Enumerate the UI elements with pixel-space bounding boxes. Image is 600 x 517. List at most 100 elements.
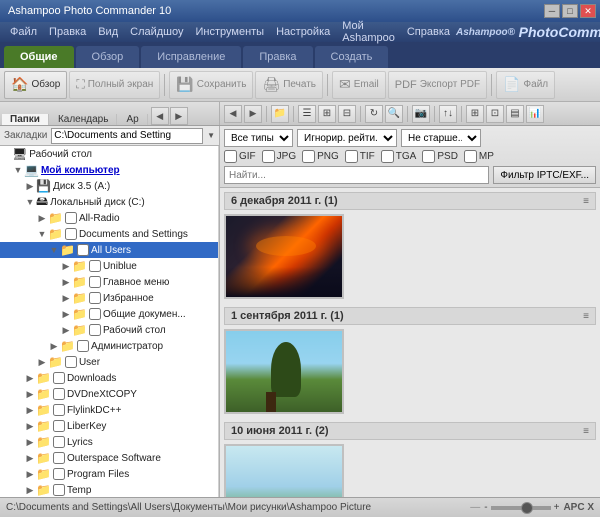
view-folder-icon[interactable]: 📁 — [271, 105, 289, 123]
tab-general[interactable]: Общие — [4, 46, 74, 68]
cb-png-input[interactable] — [302, 150, 315, 163]
view-strip-button[interactable]: ▤ — [506, 105, 524, 123]
view-details-button[interactable]: ⊞ — [466, 105, 484, 123]
panel-nav-next[interactable]: ▶ — [170, 107, 188, 125]
tree-checkbox[interactable] — [89, 292, 101, 304]
menu-help[interactable]: Справка — [401, 22, 456, 42]
tree-item[interactable]: ▼ 💻 Мой компьютер — [0, 162, 218, 178]
photo-thumbnail[interactable] — [224, 329, 344, 414]
cb-tif-input[interactable] — [345, 150, 358, 163]
menu-slideshow[interactable]: Слайдшоу — [124, 22, 189, 42]
tree-item[interactable]: ▶ 📁 Общие докумен... — [0, 306, 218, 322]
view-list-button[interactable]: ☰ — [298, 105, 316, 123]
minimize-button[interactable]: ─ — [544, 4, 560, 18]
tree-item[interactable]: ▶ 📁 LiberKey — [0, 418, 218, 434]
menu-tools[interactable]: Инструменты — [190, 22, 271, 42]
cb-psd-input[interactable] — [422, 150, 435, 163]
refresh-button[interactable]: ↻ — [365, 105, 383, 123]
view-thumbs-button[interactable]: ⊡ — [486, 105, 504, 123]
nav-forward[interactable]: ▶ — [244, 105, 262, 123]
tree-item[interactable]: ▶ 📁 Администратор — [0, 338, 218, 354]
collapse-icon[interactable]: ≡ — [583, 311, 589, 322]
tree-checkbox[interactable] — [89, 324, 101, 336]
tree-item[interactable]: ▶ 📁 All-Radio — [0, 210, 218, 226]
tree-item[interactable]: ▶ 📁 User — [0, 354, 218, 370]
menu-settings[interactable]: Настройка — [270, 22, 336, 42]
tree-checkbox[interactable] — [53, 372, 65, 384]
tree-item[interactable]: ▶ 📁 Uniblue — [0, 258, 218, 274]
cb-mp-input[interactable] — [464, 150, 477, 163]
tree-item[interactable]: ▶ 📁 Outerspace Software — [0, 450, 218, 466]
photo-thumbnail[interactable] — [224, 444, 344, 497]
tree-item[interactable]: ▶ 📁 FlylinkDC++ — [0, 402, 218, 418]
address-input[interactable] — [51, 128, 203, 144]
tree-checkbox[interactable] — [89, 276, 101, 288]
tree-item[interactable]: ▶ 💾 Диск 3.5 (A:) — [0, 178, 218, 194]
magnify-button[interactable]: 🔍 — [385, 105, 403, 123]
panel-tab-folders[interactable]: Папки — [2, 114, 49, 125]
date-filter-select[interactable]: Не старше... — [401, 129, 481, 147]
tree-checkbox[interactable] — [53, 436, 65, 448]
view-map-button[interactable]: 📊 — [526, 105, 544, 123]
tree-item[interactable]: ▶ 📁 Избранное — [0, 290, 218, 306]
collapse-icon[interactable]: ≡ — [583, 426, 589, 437]
zoom-slider[interactable] — [491, 506, 551, 510]
collapse-icon[interactable]: ≡ — [583, 196, 589, 207]
zoom-plus-icon[interactable]: + — [554, 502, 560, 513]
close-button[interactable]: ✕ — [580, 4, 596, 18]
menu-file[interactable]: Файл — [4, 22, 43, 42]
view-large-button[interactable]: ⊟ — [338, 105, 356, 123]
iptc-filter-button[interactable]: Фильтр IPTC/EXF... — [493, 166, 596, 184]
tree-checkbox[interactable] — [53, 452, 65, 464]
tree-checkbox[interactable] — [77, 244, 89, 256]
cb-jpg-input[interactable] — [262, 150, 275, 163]
tree-checkbox[interactable] — [53, 420, 65, 432]
tab-overview[interactable]: Обзор — [76, 46, 140, 68]
photo-thumbnail[interactable] — [224, 214, 344, 299]
email-button[interactable]: ✉ Email — [332, 71, 386, 99]
camera-button[interactable]: 📷 — [412, 105, 430, 123]
tree-item[interactable]: ▶ 📁 Program Files — [0, 466, 218, 482]
export-pdf-button[interactable]: PDF Экспорт PDF — [388, 71, 487, 99]
tree-item[interactable]: ▶ 📁 DVDneXtCOPY — [0, 386, 218, 402]
tree-checkbox[interactable] — [53, 404, 65, 416]
view-grid-button[interactable]: ⊞ — [318, 105, 336, 123]
tree-item[interactable]: ▼ 🖴 Локальный диск (C:) — [0, 194, 218, 210]
panel-nav-prev[interactable]: ◀ — [151, 107, 169, 125]
menu-edit[interactable]: Правка — [43, 22, 92, 42]
tab-create[interactable]: Создать — [315, 46, 389, 68]
tree-checkbox[interactable] — [77, 340, 89, 352]
tree-item[interactable]: 🖥 Рабочий стол — [0, 146, 218, 162]
save-button[interactable]: 💾 Сохранить — [169, 71, 253, 99]
tree-checkbox[interactable] — [89, 308, 101, 320]
tree-checkbox[interactable] — [65, 212, 77, 224]
tree-item[interactable]: ▶ 📁 Temp — [0, 482, 218, 497]
tree-item[interactable]: ▶ 📁 Рабочий стол — [0, 322, 218, 338]
nav-back[interactable]: ◀ — [224, 105, 242, 123]
menu-view[interactable]: Вид — [92, 22, 124, 42]
tree-item[interactable]: ▶ 📁 Главное меню — [0, 274, 218, 290]
menu-myashampoo[interactable]: Мой Ashampoo — [336, 22, 401, 42]
file-button[interactable]: 📄 Файл — [496, 71, 555, 99]
tree-checkbox[interactable] — [65, 356, 77, 368]
overview-button[interactable]: 🏠 Обзор — [4, 71, 67, 99]
tree-item[interactable]: ▶ 📁 Lyrics — [0, 434, 218, 450]
search-input[interactable] — [224, 166, 489, 184]
tree-checkbox[interactable] — [53, 484, 65, 496]
rating-filter-select[interactable]: Игнорир. рейти... — [297, 129, 397, 147]
maximize-button[interactable]: □ — [562, 4, 578, 18]
panel-tab-calendar[interactable]: Календарь — [50, 114, 117, 125]
tree-item[interactable]: ▼ 📁 Documents and Settings — [0, 226, 218, 242]
cb-tga-input[interactable] — [381, 150, 394, 163]
tab-edit[interactable]: Правка — [243, 46, 312, 68]
print-button[interactable]: 🖨 Печать — [255, 71, 323, 99]
tree-item[interactable]: ▼ 📁 All Users — [0, 242, 218, 258]
type-filter-select[interactable]: Все типы — [224, 129, 293, 147]
address-dropdown-icon[interactable]: ▼ — [207, 131, 215, 140]
panel-tab-other[interactable]: Ар — [118, 114, 147, 125]
tree-checkbox[interactable] — [65, 228, 77, 240]
tab-correction[interactable]: Исправление — [141, 46, 241, 68]
zoom-minus-icon[interactable]: - — [484, 502, 487, 513]
cb-gif-input[interactable] — [224, 150, 237, 163]
tree-checkbox[interactable] — [89, 260, 101, 272]
